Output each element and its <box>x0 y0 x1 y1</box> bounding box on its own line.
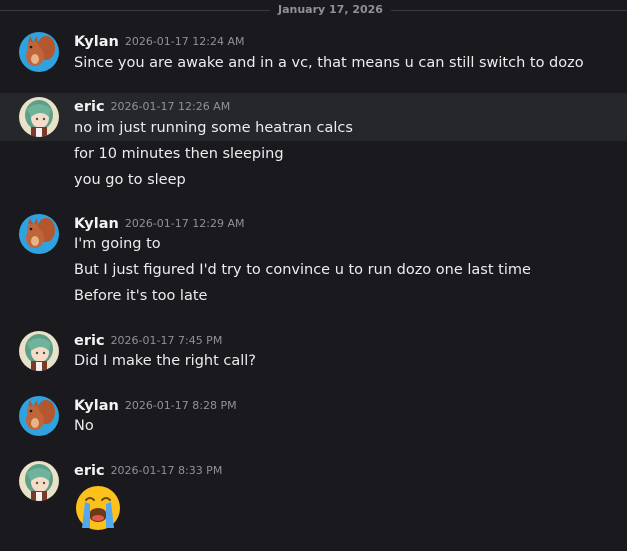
anime-girl-avatar[interactable] <box>19 97 59 137</box>
message-text: But I just figured I'd try to convince u… <box>74 262 531 278</box>
squirrel-avatar[interactable] <box>19 214 59 254</box>
message-timestamp: 2026-01-17 12:26 AM <box>110 100 231 113</box>
message-text: Did I make the right call? <box>74 353 257 369</box>
message-text: no im just running some heatran calcs <box>74 120 353 136</box>
message-group[interactable]: Kylan 2026-01-17 8:28 PM No <box>0 392 627 442</box>
message-timestamp: 2026-01-17 12:24 AM <box>124 35 245 48</box>
message-text: Before it's too late <box>74 288 208 304</box>
anime-girl-avatar[interactable] <box>19 331 59 371</box>
squirrel-avatar[interactable] <box>19 32 59 72</box>
squirrel-avatar[interactable] <box>19 396 59 436</box>
message-author[interactable]: eric <box>74 463 105 479</box>
message-text: Since you are awake and in a vc, that me… <box>74 55 584 71</box>
message-timestamp: 2026-01-17 7:45 PM <box>110 334 223 347</box>
message-text: for 10 minutes then sleeping <box>74 146 284 162</box>
message-text: I'm going to <box>74 236 161 252</box>
message-author[interactable]: eric <box>74 99 105 115</box>
message-timestamp: 2026-01-17 12:29 AM <box>124 217 245 230</box>
message-timestamp: 2026-01-17 8:28 PM <box>124 399 237 412</box>
message-group[interactable]: eric 2026-01-17 8:33 PM <box>0 457 627 537</box>
message-author[interactable]: eric <box>74 333 105 349</box>
chat-log: January 17, 2026 Kylan 2026-01-17 12:24 A… <box>0 0 627 551</box>
loudly-crying-face-emoji-icon[interactable] <box>74 484 122 532</box>
message-group[interactable]: Kylan 2026-01-17 12:24 AM Since you are a… <box>0 28 627 82</box>
message-text: you go to sleep <box>74 172 186 188</box>
message-group[interactable]: eric 2026-01-17 7:45 PM Did I make the ri… <box>0 327 627 377</box>
message-author[interactable]: Kylan <box>74 216 119 232</box>
date-divider: January 17, 2026 <box>270 3 391 17</box>
anime-girl-avatar[interactable] <box>19 461 59 501</box>
message-author[interactable]: Kylan <box>74 34 119 50</box>
message-group[interactable]: Kylan 2026-01-17 12:29 AM I'm going to Bu… <box>0 210 627 310</box>
message-timestamp: 2026-01-17 8:33 PM <box>110 464 223 477</box>
message-group-eric[interactable]: eric 2026-01-17 12:26 AM no im just runni… <box>0 93 627 197</box>
message-text: No <box>74 418 94 434</box>
message-author[interactable]: Kylan <box>74 398 119 414</box>
